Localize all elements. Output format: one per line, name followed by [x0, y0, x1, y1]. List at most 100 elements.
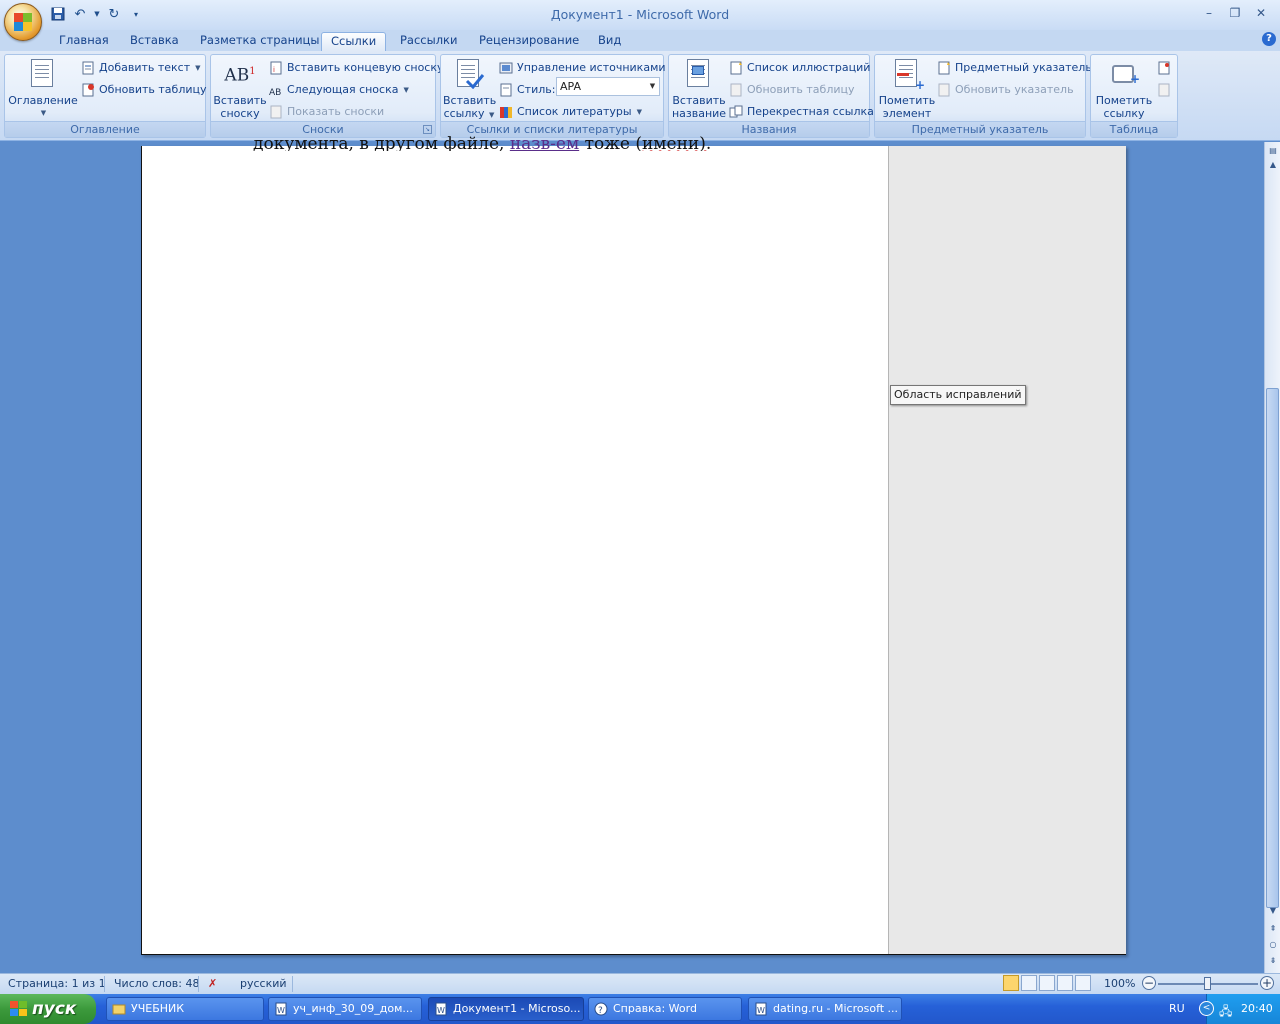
zoom-in-icon[interactable]: + [1260, 976, 1274, 990]
status-separator [292, 976, 293, 992]
tab-references[interactable]: Ссылки [321, 32, 387, 51]
taskbar-item-dating[interactable]: W dating.ru - Microsoft ... [748, 997, 902, 1021]
insert-caption-button[interactable]: Вставить название [671, 57, 727, 120]
insert-caption-label-1: Вставить [672, 94, 726, 107]
document-page[interactable]: документа, в другом файле, назв-ем тоже … [141, 134, 1126, 955]
scroll-thumb[interactable] [1266, 388, 1279, 908]
tab-home[interactable]: Главная [50, 32, 118, 51]
tab-page-layout[interactable]: Разметка страницы [191, 32, 328, 51]
help-icon: ? [594, 1002, 608, 1016]
taskbar-item-label: УЧЕБНИК [131, 1002, 185, 1015]
show-notes-button[interactable]: Показать сноски [269, 102, 384, 122]
group-captions: Вставить название Список иллюстраций Обн… [668, 54, 874, 138]
update-toc-button[interactable]: Обновить таблицу [81, 80, 207, 100]
insert-authorities-table-button[interactable] [1157, 58, 1171, 78]
outline-view-icon[interactable] [1057, 975, 1073, 991]
taskbar-item-doc-1[interactable]: W уч_инф_30_09_дом... [268, 997, 422, 1021]
status-language[interactable]: русский [240, 977, 287, 990]
input-language[interactable]: RU [1169, 1002, 1185, 1015]
scroll-up-icon[interactable]: ▲ [1266, 158, 1280, 172]
minimize-button[interactable]: – [1196, 4, 1222, 22]
office-button[interactable] [4, 3, 42, 41]
add-text-button[interactable]: Добавить текст ▼ [81, 58, 201, 78]
previous-page-icon[interactable]: ⇞ [1266, 922, 1280, 936]
mark-citation-button[interactable]: + Пометить ссылку [1093, 57, 1155, 120]
chevron-down-icon[interactable]: ▼ [646, 78, 659, 95]
tray-expand-icon[interactable]: < [1199, 1001, 1214, 1016]
bibliography-button[interactable]: Список литературы ▼ [499, 102, 642, 122]
group-citations: Вставить ссылку ▼ Управление источниками… [440, 54, 666, 138]
citation-style-value: APA [560, 80, 581, 93]
mark-entry-button[interactable]: + Пометить элемент [877, 57, 937, 120]
manage-sources-label: Управление источниками [517, 61, 666, 74]
print-layout-view-icon[interactable] [1003, 975, 1019, 991]
style-icon [499, 83, 513, 97]
mark-citation-icon: + [1108, 59, 1140, 91]
update-figures-table-button[interactable]: Обновить таблицу [729, 80, 855, 100]
next-footnote-button[interactable]: AB Следующая сноска ▼ [269, 80, 409, 100]
zoom-out-icon[interactable]: − [1142, 976, 1156, 990]
windows-logo-icon [10, 1001, 28, 1017]
clock[interactable]: 20:40 [1241, 1002, 1273, 1015]
status-page[interactable]: Страница: 1 из 1 [8, 977, 106, 990]
style-label: Стиль: [517, 83, 556, 96]
insert-endnote-button[interactable]: i Вставить концевую сноску [269, 58, 444, 78]
taskbar-item-uchebnik[interactable]: УЧЕБНИК [106, 997, 264, 1021]
insert-citation-button[interactable]: Вставить ссылку ▼ [443, 57, 496, 122]
ruler-toggle-icon[interactable]: ▤ [1266, 144, 1280, 158]
doc-text-misspelled: (имени). [635, 134, 712, 151]
cross-reference-button[interactable]: Перекрестная ссылка [729, 102, 874, 122]
manage-sources-button[interactable]: Управление источниками [499, 58, 666, 78]
group-authorities: + Пометить ссылку Таблица ссылок [1090, 54, 1178, 152]
update-index-button[interactable]: Обновить указатель [937, 80, 1074, 100]
tab-review[interactable]: Рецензирование [470, 32, 588, 51]
toc-button[interactable]: Оглавление ▼ [8, 57, 78, 120]
document-text-line[interactable]: документа, в другом файле, назв-ем тоже … [253, 134, 711, 151]
mark-entry-icon: + [891, 59, 925, 92]
insert-endnote-label: Вставить концевую сноску [287, 61, 444, 74]
footnotes-dialog-launcher-icon[interactable]: ↘ [423, 125, 432, 134]
chevron-down-icon: ▼ [40, 109, 47, 117]
network-icon[interactable]: 🖧 [1219, 1002, 1232, 1023]
insert-citation-label-2-text: ссылку [443, 107, 485, 120]
tab-view[interactable]: Вид [589, 32, 630, 51]
cross-reference-icon [729, 105, 743, 119]
start-button[interactable]: пуск [0, 994, 96, 1024]
citation-style-select[interactable]: APA ▼ [556, 77, 660, 96]
insert-footnote-button[interactable]: AB1 Вставить сноску [213, 57, 267, 120]
close-button[interactable]: ✕ [1248, 4, 1274, 22]
tab-mailings[interactable]: Рассылки [391, 32, 466, 51]
update-table-icon [729, 83, 743, 97]
web-layout-view-icon[interactable] [1039, 975, 1055, 991]
tab-insert[interactable]: Вставка [121, 32, 188, 51]
restore-button[interactable]: ❐ [1222, 4, 1248, 22]
proofing-icon[interactable]: ✗ [208, 977, 217, 990]
draft-view-icon[interactable] [1075, 975, 1091, 991]
toc-button-label: Оглавление [8, 94, 78, 107]
folder-icon [112, 1002, 126, 1016]
full-screen-reading-view-icon[interactable] [1021, 975, 1037, 991]
taskbar-item-help[interactable]: ? Справка: Word [588, 997, 742, 1021]
show-notes-icon [269, 105, 283, 119]
doc-link[interactable]: назв-ем [510, 134, 579, 151]
cross-reference-label: Перекрестная ссылка [747, 105, 874, 118]
scroll-down-icon[interactable]: ▼ [1266, 904, 1280, 918]
help-icon[interactable]: ? [1262, 32, 1276, 46]
insert-footnote-label-2: сноску [220, 107, 260, 120]
chevron-down-icon: ▼ [403, 86, 409, 94]
figures-list-button[interactable]: Список иллюстраций [729, 58, 870, 78]
markup-area[interactable] [888, 146, 1126, 954]
vertical-scrollbar[interactable]: ▤ ▲ ▼ ⇞ ○ ⇟ [1264, 142, 1280, 974]
insert-index-button[interactable]: Предметный указатель [937, 58, 1092, 78]
zoom-level[interactable]: 100% [1104, 977, 1135, 990]
taskbar-item-label: уч_инф_30_09_дом... [293, 1002, 413, 1015]
next-page-icon[interactable]: ⇟ [1266, 954, 1280, 968]
status-word-count[interactable]: Число слов: 48 [114, 977, 200, 990]
word-doc-icon: W [274, 1002, 288, 1016]
taskbar: пуск УЧЕБНИК W уч_инф_30_09_дом... W Док… [0, 994, 1280, 1024]
update-authorities-table-button[interactable] [1157, 80, 1171, 100]
taskbar-item-doc-active[interactable]: W Документ1 - Microso... [428, 997, 584, 1021]
markup-area-tooltip: Область исправлений [890, 385, 1026, 405]
browse-object-icon[interactable]: ○ [1266, 938, 1280, 952]
zoom-slider-thumb[interactable] [1204, 977, 1211, 990]
